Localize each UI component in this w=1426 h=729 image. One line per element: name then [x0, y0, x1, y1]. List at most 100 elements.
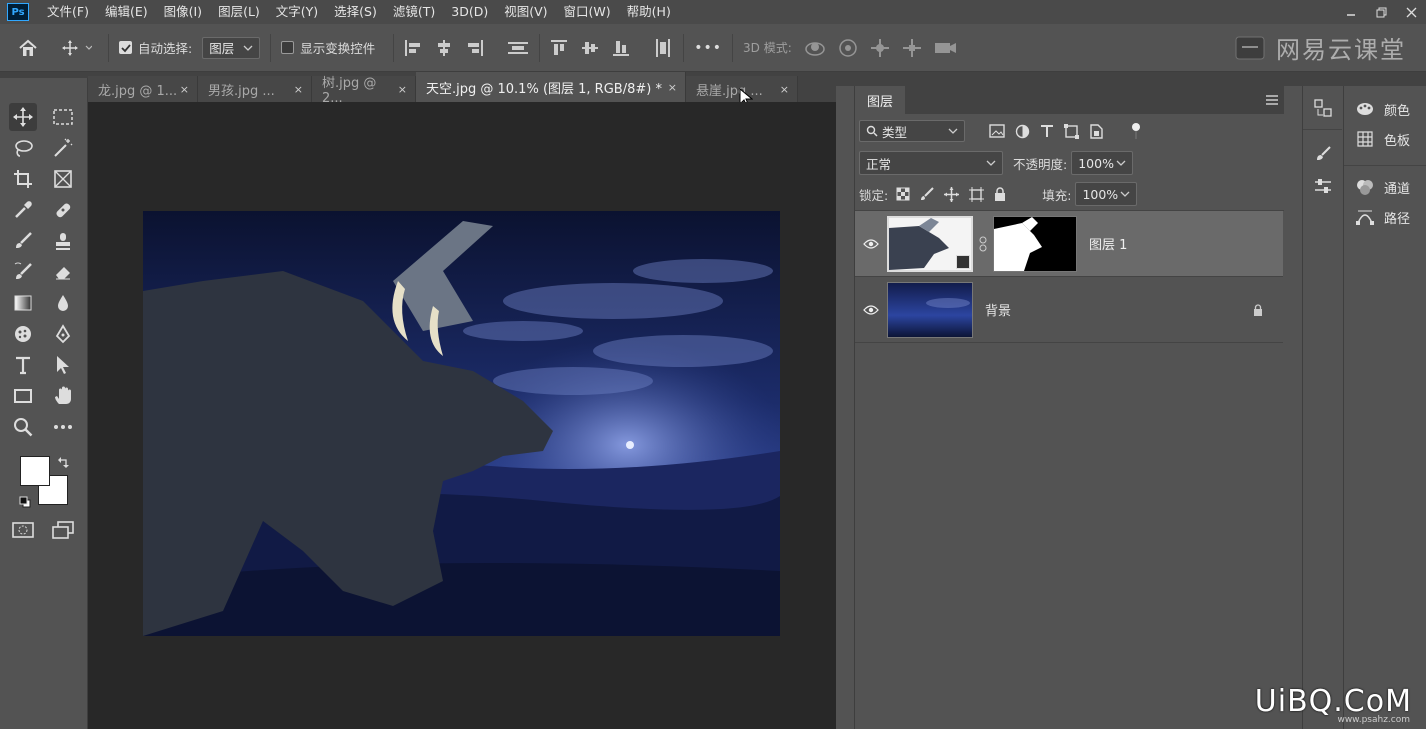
lock-transparent-icon[interactable]	[896, 187, 910, 201]
healing-brush-tool[interactable]	[49, 196, 77, 224]
hand-tool[interactable]	[49, 382, 77, 410]
filter-pixel-icon[interactable]	[989, 124, 1005, 138]
lock-all-icon[interactable]	[994, 187, 1006, 201]
align-top-icon[interactable]	[550, 39, 568, 57]
tab-sky-active[interactable]: 天空.jpg @ 10.1% (图层 1, RGB/8#) * ×	[416, 72, 686, 102]
rectangle-tool[interactable]	[9, 382, 37, 410]
show-transform-checkbox[interactable]	[281, 41, 295, 54]
frame-tool[interactable]	[49, 165, 77, 193]
tab-close-icon[interactable]: ×	[668, 81, 677, 94]
lock-pixels-icon[interactable]	[920, 187, 934, 201]
visibility-toggle[interactable]	[855, 238, 887, 249]
color-panel-button[interactable]: 颜色	[1344, 94, 1426, 124]
eyedropper-tool[interactable]	[9, 196, 37, 224]
document-canvas-image[interactable]	[143, 211, 780, 636]
move-tool[interactable]	[9, 103, 37, 131]
layer-thumbnail[interactable]	[887, 215, 973, 272]
fill-input[interactable]: 100%	[1075, 182, 1138, 206]
menu-edit[interactable]: 编辑(E)	[97, 0, 156, 24]
auto-select-dropdown[interactable]: 图层	[202, 36, 261, 59]
pen-tool[interactable]	[49, 320, 77, 348]
brush-tool[interactable]	[9, 227, 37, 255]
dodge-tool[interactable]	[9, 320, 37, 348]
foreground-color-swatch[interactable]	[20, 456, 50, 486]
eraser-tool[interactable]	[49, 258, 77, 286]
lock-position-icon[interactable]	[944, 186, 960, 202]
blur-tool[interactable]	[49, 289, 77, 317]
layer-mask-thumbnail[interactable]	[993, 215, 1077, 272]
blend-mode-dropdown[interactable]: 正常	[859, 151, 1003, 175]
camera-3d-icon[interactable]	[934, 39, 958, 57]
tab-close-icon[interactable]: ×	[780, 83, 789, 96]
align-bottom-icon[interactable]	[612, 39, 630, 57]
restore-button[interactable]	[1366, 0, 1396, 24]
menu-view[interactable]: 视图(V)	[496, 0, 555, 24]
align-right-icon[interactable]	[466, 39, 484, 57]
quick-mask-button[interactable]	[9, 516, 37, 544]
align-center-h-icon[interactable]	[435, 39, 453, 57]
move-tool-preset-button[interactable]	[56, 39, 98, 56]
align-left-icon[interactable]	[404, 39, 422, 57]
filter-adjustment-icon[interactable]	[1015, 124, 1030, 139]
history-panel-button[interactable]	[1303, 86, 1342, 130]
panel-menu-button[interactable]	[1266, 95, 1278, 105]
marquee-tool[interactable]	[49, 103, 77, 131]
tab-boy[interactable]: 男孩.jpg ... ×	[198, 76, 312, 102]
layer-name[interactable]: 背景	[985, 300, 1011, 319]
lock-artboard-icon[interactable]	[969, 186, 985, 202]
slide-3d-icon[interactable]	[902, 38, 922, 58]
layer-row-layer1[interactable]: 图层 1	[855, 211, 1283, 277]
tab-layers[interactable]: 图层	[855, 86, 906, 114]
menu-filter[interactable]: 滤镜(T)	[385, 0, 443, 24]
gradient-tool[interactable]	[9, 289, 37, 317]
close-window-button[interactable]	[1396, 0, 1426, 24]
menu-window[interactable]: 窗口(W)	[556, 0, 619, 24]
menu-select[interactable]: 选择(S)	[326, 0, 385, 24]
crop-tool[interactable]	[9, 165, 37, 193]
lasso-tool[interactable]	[9, 134, 37, 162]
type-tool[interactable]	[9, 351, 37, 379]
clone-stamp-tool[interactable]	[49, 227, 77, 255]
layer-filter-dropdown[interactable]: 类型	[859, 120, 965, 142]
align-middle-v-icon[interactable]	[581, 39, 599, 57]
brush-settings-button[interactable]	[1303, 138, 1342, 170]
visibility-toggle[interactable]	[855, 304, 887, 315]
zoom-tool[interactable]	[9, 413, 37, 441]
filter-smart-object-icon[interactable]	[1089, 123, 1103, 139]
distribute-h-icon[interactable]	[507, 39, 529, 57]
edit-toolbar-button[interactable]	[49, 413, 77, 441]
swap-colors-button[interactable]	[58, 456, 70, 468]
orbit-3d-icon[interactable]	[804, 39, 826, 57]
tab-dragon[interactable]: 龙.jpg @ 1... ×	[88, 76, 198, 102]
channels-panel-button[interactable]: 通道	[1344, 172, 1426, 202]
swatches-panel-button[interactable]: 色板	[1344, 124, 1426, 154]
magic-wand-tool[interactable]	[49, 134, 77, 162]
minimize-button[interactable]	[1336, 0, 1366, 24]
menu-layer[interactable]: 图层(L)	[210, 0, 268, 24]
layer-thumbnail[interactable]	[887, 281, 973, 338]
home-button[interactable]	[0, 39, 56, 57]
opacity-input[interactable]: 100%	[1071, 151, 1134, 175]
layer-row-background[interactable]: 背景	[855, 277, 1283, 343]
roll-3d-icon[interactable]	[838, 38, 858, 58]
paths-panel-button[interactable]: 路径	[1344, 202, 1426, 232]
auto-select-checkbox[interactable]	[119, 41, 132, 54]
menu-file[interactable]: 文件(F)	[39, 0, 97, 24]
default-colors-button[interactable]	[19, 496, 31, 508]
layer-name[interactable]: 图层 1	[1089, 234, 1127, 253]
distribute-v-icon[interactable]	[653, 38, 673, 58]
filter-toggle-icon[interactable]	[1129, 122, 1143, 140]
history-brush-tool[interactable]	[9, 258, 37, 286]
more-options-button[interactable]: •••	[694, 40, 722, 56]
tab-tree[interactable]: 树.jpg @ 2... ×	[312, 76, 416, 106]
filter-type-icon[interactable]	[1040, 124, 1054, 138]
pan-3d-icon[interactable]	[870, 38, 890, 58]
menu-image[interactable]: 图像(I)	[156, 0, 210, 24]
menu-help[interactable]: 帮助(H)	[619, 0, 679, 24]
filter-shape-icon[interactable]	[1064, 123, 1079, 139]
properties-panel-button[interactable]	[1303, 170, 1342, 202]
tab-close-icon[interactable]: ×	[294, 83, 303, 96]
path-selection-tool[interactable]	[49, 351, 77, 379]
tab-close-icon[interactable]: ×	[180, 83, 189, 96]
screen-mode-button[interactable]	[49, 516, 77, 544]
